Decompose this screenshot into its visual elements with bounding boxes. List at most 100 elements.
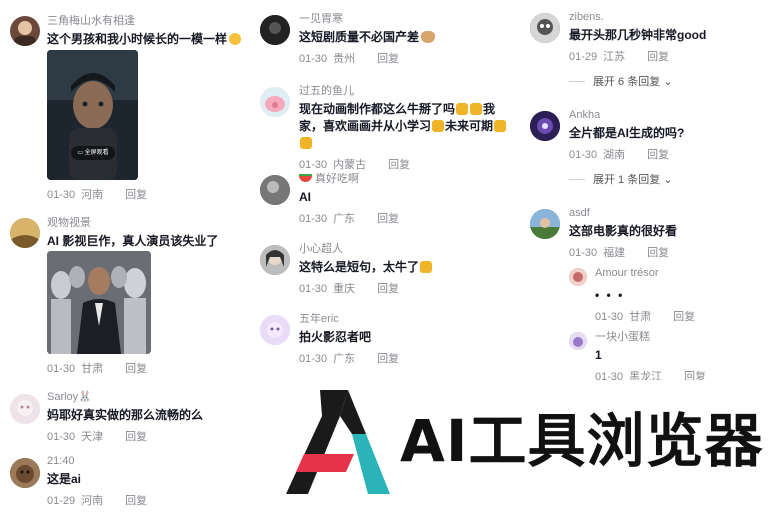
- avatar-image: [260, 15, 290, 45]
- thumbs-up-icon: [420, 261, 433, 273]
- comment-text: 拍火影忍者吧: [299, 330, 372, 344]
- username[interactable]: 五年eric: [299, 312, 518, 326]
- user-avatar[interactable]: [530, 111, 560, 141]
- comment-date: 01-29: [47, 495, 76, 507]
- avatar-image: [10, 218, 40, 248]
- thumbs-up-icon: [432, 120, 445, 132]
- avatar-image: [260, 245, 290, 275]
- user-avatar[interactable]: [530, 209, 560, 239]
- user-avatar[interactable]: [10, 16, 40, 46]
- comment-location: 广东: [333, 213, 356, 225]
- comment-text: 最开头那几秒钟非常good: [569, 28, 707, 42]
- comment-date: 01-29: [569, 51, 598, 63]
- reply-button[interactable]: 回复: [647, 247, 669, 259]
- comment-date: 01-30: [299, 159, 328, 171]
- reply-button[interactable]: 回复: [388, 159, 410, 171]
- user-avatar[interactable]: [260, 87, 290, 117]
- username[interactable]: Amour trésor: [595, 266, 755, 280]
- comment-location: 黑龙江: [629, 371, 663, 380]
- comment-text: 这特么是短句，太牛了: [299, 259, 518, 276]
- comment-text: 这部电影真的很好看: [569, 224, 678, 238]
- comment-meta: 01-30 河南 回复: [47, 188, 246, 202]
- reply-button[interactable]: 回复: [647, 51, 669, 63]
- reply-button[interactable]: 回复: [377, 53, 399, 65]
- user-avatar[interactable]: [10, 458, 40, 488]
- comment-meta: 01-30 湖南 回复: [569, 148, 764, 162]
- comment-date: 01-30: [299, 53, 328, 65]
- username[interactable]: 真好吃啊: [299, 172, 518, 186]
- username[interactable]: 小心超人: [299, 242, 518, 256]
- comment-date: 01-30: [595, 371, 624, 380]
- comment-meta: 01-30 广东 回复: [299, 352, 518, 366]
- user-avatar[interactable]: [530, 13, 560, 43]
- robots-and-man-image: [47, 251, 151, 354]
- username[interactable]: 一见胃寒: [299, 12, 518, 26]
- username[interactable]: 一块小蛋糕: [595, 330, 755, 344]
- username[interactable]: Ankha: [569, 108, 764, 122]
- username[interactable]: zibens.: [569, 10, 764, 24]
- user-avatar[interactable]: [569, 268, 587, 286]
- chevron-down-icon: ⌄: [663, 76, 673, 88]
- reply-button[interactable]: 回复: [125, 363, 147, 375]
- user-avatar[interactable]: [260, 175, 290, 205]
- reply-button[interactable]: 回复: [647, 149, 669, 161]
- username[interactable]: Sarloy🐰: [47, 390, 246, 404]
- comment-image[interactable]: [47, 251, 151, 354]
- chevron-down-icon: ⌄: [663, 174, 673, 186]
- comment-location: 福建: [603, 247, 626, 259]
- expand-replies-button[interactable]: 展开 1 条回复 ⌄: [569, 171, 673, 187]
- avatar-image: [10, 458, 40, 488]
- boy-portrait-image: [47, 50, 138, 180]
- user-avatar[interactable]: [260, 15, 290, 45]
- fullscreen-button[interactable]: ▭ 全屏观看: [71, 146, 115, 160]
- avatar-image: [260, 315, 290, 345]
- logo-text: AI工具浏览器: [400, 407, 764, 475]
- user-avatar[interactable]: [569, 332, 587, 350]
- reply-button[interactable]: 回复: [125, 189, 147, 201]
- comment-location: 重庆: [333, 283, 356, 295]
- reply-button[interactable]: 回复: [377, 283, 399, 295]
- username[interactable]: 观物视景: [47, 216, 246, 230]
- thumbs-up-icon: [300, 137, 312, 149]
- avatar-image: [260, 175, 290, 205]
- user-avatar[interactable]: [260, 315, 290, 345]
- comment-text: 这个男孩和我小时候长的一模一样: [47, 31, 246, 48]
- comment-meta: 01-29 江苏 回复: [569, 50, 764, 64]
- comment-meta: 01-30 天津 回复: [47, 430, 246, 444]
- reply-button[interactable]: 回复: [377, 353, 399, 365]
- thumbs-up-icon: [494, 120, 507, 132]
- logo-mark-icon: [286, 390, 390, 494]
- ai-tool-browser-logo: AI工具浏览器: [282, 386, 762, 498]
- avatar-image: [530, 111, 560, 141]
- reply-button[interactable]: 回复: [673, 311, 695, 323]
- reply-button[interactable]: 回复: [684, 371, 706, 380]
- comment-location: 贵州: [333, 53, 356, 65]
- username[interactable]: 21:40: [47, 454, 246, 468]
- comment-text: 全片都是AI生成的吗?: [569, 126, 685, 140]
- reply-button[interactable]: 回复: [377, 213, 399, 225]
- user-avatar[interactable]: [10, 394, 40, 424]
- comment-meta: 01-29 河南 回复: [47, 494, 246, 508]
- comment-video-thumbnail[interactable]: ▭ 全屏观看: [47, 50, 138, 180]
- user-avatar[interactable]: [10, 218, 40, 248]
- comment-meta: 01-30 重庆 回复: [299, 282, 518, 296]
- reply-button[interactable]: 回复: [125, 431, 147, 443]
- comment-text: 1: [595, 348, 602, 362]
- thumbs-up-icon: [456, 103, 469, 115]
- username[interactable]: 过五的鱼儿: [299, 84, 518, 98]
- user-avatar[interactable]: [260, 245, 290, 275]
- expand-replies-button[interactable]: 展开 6 条回复 ⌄: [569, 73, 673, 89]
- username[interactable]: 三角梅山水有相逢: [47, 14, 246, 28]
- username[interactable]: asdf: [569, 206, 764, 220]
- comment-meta: 01-30 福建 回复: [569, 246, 764, 260]
- avatar-image: [569, 268, 587, 286]
- thumbs-up-icon: [470, 103, 483, 115]
- comment-location: 湖南: [603, 149, 626, 161]
- divider-line: [569, 179, 585, 180]
- avatar-image: [569, 332, 587, 350]
- comment-location: 内蒙古: [333, 159, 367, 171]
- comment-date: 01-30: [47, 431, 76, 443]
- comment-date: 01-30: [299, 353, 328, 365]
- comment-meta: 01-30 内蒙古 回复: [299, 158, 518, 172]
- reply-button[interactable]: 回复: [125, 495, 147, 507]
